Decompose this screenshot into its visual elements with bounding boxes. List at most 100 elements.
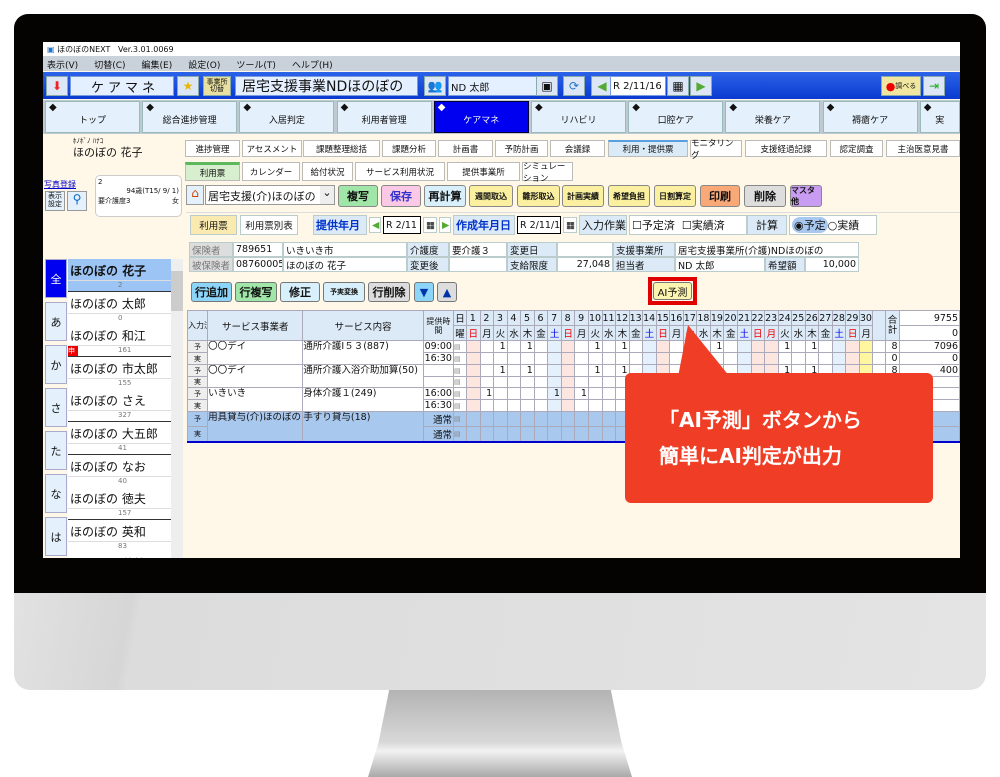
day-cell[interactable]: 1	[615, 340, 630, 353]
letter-tab-1[interactable]: あ	[45, 302, 67, 341]
template-import-button[interactable]: 雛形取込	[517, 185, 560, 207]
plan-done-checkbox[interactable]: ☐	[632, 219, 642, 232]
day-cell-actual[interactable]	[493, 352, 508, 365]
day-cell[interactable]	[533, 411, 549, 427]
day-cell[interactable]	[533, 387, 549, 400]
subtab-8[interactable]: モニタリング	[690, 139, 742, 161]
day-cell[interactable]: 1	[804, 340, 820, 353]
down-arrow-icon[interactable]: ⬇	[46, 76, 68, 96]
day-cell-actual[interactable]	[655, 352, 671, 365]
letter-tab-3[interactable]: さ	[45, 388, 67, 427]
day-cell-actual[interactable]	[479, 352, 495, 365]
day-cell-actual[interactable]	[493, 399, 508, 412]
help-button[interactable]: ● 調べる	[881, 76, 921, 96]
day-cell-actual[interactable]	[560, 376, 576, 388]
day-cell[interactable]	[560, 340, 576, 353]
camera-icon[interactable]: ▣	[536, 76, 558, 96]
day-cell[interactable]	[764, 340, 779, 353]
users-icon[interactable]: 👥	[424, 76, 446, 96]
subtab2-3[interactable]: サービス利用状況	[355, 162, 445, 181]
day-cell[interactable]: 1	[587, 364, 603, 377]
refresh-icon[interactable]: ⟳	[563, 76, 585, 96]
add-row-button[interactable]: 行追加	[191, 282, 232, 302]
tab-usage-sheet[interactable]: 利用票	[190, 215, 237, 235]
created-date-field[interactable]: R 2/11/16	[517, 216, 561, 234]
day-cell-actual[interactable]	[533, 399, 549, 412]
day-cell-actual[interactable]	[547, 376, 562, 388]
day-cell[interactable]	[560, 364, 576, 377]
day-cell-actual[interactable]	[574, 376, 589, 388]
subtab-6[interactable]: 会議録	[550, 140, 605, 157]
day-cell-actual[interactable]	[533, 352, 549, 365]
module-tab[interactable]: ◆ 総合進捗管理	[142, 101, 238, 133]
day-cell[interactable]: 1	[574, 387, 589, 400]
day-cell[interactable]	[818, 340, 833, 353]
day-cell-actual[interactable]	[615, 352, 630, 365]
day-cell-actual[interactable]	[520, 399, 535, 412]
day-cell[interactable]	[601, 340, 617, 353]
move-up-icon[interactable]: ▲	[437, 282, 457, 302]
day-cell[interactable]	[493, 411, 508, 427]
day-cell-actual[interactable]	[858, 352, 874, 365]
day-cell-actual[interactable]	[574, 426, 589, 443]
print-button[interactable]: 印刷	[700, 185, 740, 207]
day-cell[interactable]: 1	[777, 340, 793, 353]
subtab-3[interactable]: 課題分析	[382, 140, 436, 157]
day-cell[interactable]	[560, 411, 576, 427]
day-cell[interactable]	[493, 387, 508, 400]
day-cell-actual[interactable]	[520, 426, 535, 443]
day-cell-actual[interactable]	[466, 376, 481, 388]
day-cell-actual[interactable]	[628, 352, 644, 365]
day-cell[interactable]	[533, 364, 549, 377]
day-cell[interactable]	[587, 411, 603, 427]
day-cell-actual[interactable]	[493, 426, 508, 443]
day-cell-actual[interactable]	[547, 426, 562, 443]
patient-list-item[interactable]: ほのぼの 英和 83	[68, 519, 171, 553]
day-cell-actual[interactable]	[764, 352, 779, 365]
day-cell-actual[interactable]	[560, 399, 576, 412]
day-cell-actual[interactable]	[587, 376, 603, 388]
day-cell-actual[interactable]	[587, 426, 603, 443]
day-cell-actual[interactable]	[818, 352, 833, 365]
master-button[interactable]: マスタ他	[790, 185, 822, 207]
menu-item[interactable]: 編集(E)	[142, 61, 173, 71]
day-cell-actual[interactable]	[601, 426, 617, 443]
letter-tab-6[interactable]: は	[45, 517, 67, 556]
day-cell[interactable]	[506, 364, 522, 377]
day-cell[interactable]	[560, 387, 576, 400]
day-cell[interactable]	[628, 340, 644, 353]
subtab2-4[interactable]: 提供事業所	[447, 162, 520, 181]
next-month-icon[interactable]: ▶	[439, 217, 451, 233]
day-cell[interactable]: 1	[493, 364, 508, 377]
photo-register-link[interactable]: 写真登録	[44, 179, 76, 190]
subtab-5[interactable]: 予防計画	[495, 140, 548, 157]
day-cell[interactable]	[547, 411, 562, 427]
day-cell[interactable]	[533, 340, 549, 353]
next-date-icon[interactable]: ▶	[690, 76, 712, 96]
day-cell-actual[interactable]	[845, 352, 860, 365]
day-cell-actual[interactable]	[560, 352, 576, 365]
day-cell-actual[interactable]	[601, 352, 617, 365]
display-settings-button[interactable]: 表示設定	[45, 191, 65, 211]
day-cell[interactable]	[547, 340, 562, 353]
day-cell-actual[interactable]	[804, 352, 820, 365]
day-cell-actual[interactable]	[547, 399, 562, 412]
copy-row-button[interactable]: 行複写	[235, 282, 277, 302]
day-cell-actual[interactable]	[560, 426, 576, 443]
patient-list-item[interactable]: ほのぼの 藤枝申130	[68, 552, 171, 558]
day-cell[interactable]	[845, 340, 860, 353]
day-cell[interactable]	[574, 411, 589, 427]
day-cell-actual[interactable]	[777, 352, 793, 365]
day-cell[interactable]	[750, 340, 766, 353]
day-cell-actual[interactable]	[750, 352, 766, 365]
patient-list-item[interactable]: ほのぼの 和江申 161	[68, 324, 171, 358]
day-cell[interactable]	[506, 411, 522, 427]
patient-list-item[interactable]: ほのぼの 徳夫 157	[68, 487, 171, 521]
day-cell-actual[interactable]	[520, 352, 535, 365]
day-cell[interactable]	[642, 340, 657, 353]
day-cell-actual[interactable]	[479, 426, 495, 443]
day-cell[interactable]: 1	[520, 364, 535, 377]
delete-button[interactable]: 削除	[744, 185, 786, 207]
hope-burden-button[interactable]: 希望負担	[608, 185, 650, 207]
day-cell-actual[interactable]	[587, 399, 603, 412]
